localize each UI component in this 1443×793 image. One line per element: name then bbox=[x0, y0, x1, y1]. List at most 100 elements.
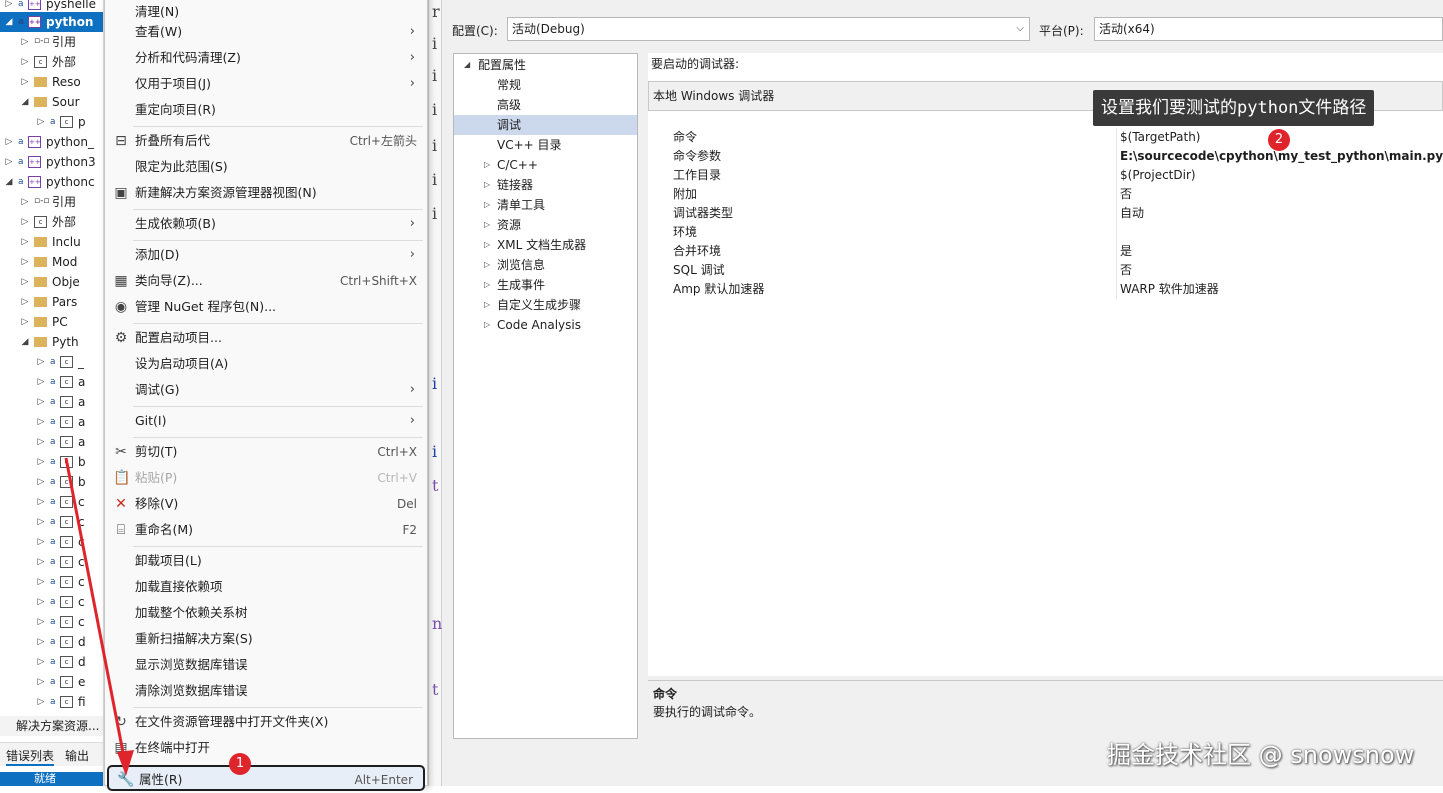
category-item[interactable]: ▷ 链接器 bbox=[454, 175, 637, 195]
tree-item[interactable]: ◢ Sour bbox=[0, 92, 103, 112]
tree-item[interactable]: ▷ Pars bbox=[0, 292, 103, 312]
category-item[interactable]: ◢ 配置属性 bbox=[454, 55, 637, 75]
menu-item[interactable]: 添加(D) › bbox=[105, 242, 427, 268]
menu-item[interactable]: 调试(G) › bbox=[105, 377, 427, 403]
expand-arrow-icon[interactable]: ▷ bbox=[4, 152, 14, 172]
tree-item[interactable]: ▷ Inclu bbox=[0, 232, 103, 252]
category-item[interactable]: VC++ 目录 bbox=[454, 135, 637, 155]
expand-arrow-icon[interactable]: ▷ bbox=[36, 452, 46, 472]
expand-arrow-icon[interactable]: ▷ bbox=[36, 492, 46, 512]
tree-item[interactable]: ▷ a c a bbox=[0, 412, 103, 432]
collapse-arrow-icon[interactable]: ◢ bbox=[20, 92, 30, 112]
tree-item[interactable]: ▷ a c a bbox=[0, 432, 103, 452]
menu-item[interactable]: 📋 粘贴(P) Ctrl+V bbox=[105, 465, 427, 491]
expand-arrow-icon[interactable]: ▷ bbox=[20, 192, 30, 212]
expand-arrow-icon[interactable]: ▷ bbox=[484, 255, 490, 275]
expand-arrow-icon[interactable]: ▷ bbox=[36, 592, 46, 612]
menu-item[interactable]: ◉ 管理 NuGet 程序包(N)... bbox=[105, 294, 427, 320]
property-row[interactable]: 命令 $(TargetPath) bbox=[648, 128, 1443, 147]
menu-item[interactable]: ▦ 类向导(Z)... Ctrl+Shift+X bbox=[105, 268, 427, 294]
properties-menu-item[interactable]: 🔧 属性(R) Alt+Enter bbox=[107, 765, 425, 791]
tree-item[interactable]: ▷ a c c bbox=[0, 552, 103, 572]
property-value[interactable]: 否 bbox=[1120, 185, 1132, 204]
category-item[interactable]: 调试 bbox=[454, 115, 637, 135]
expand-arrow-icon[interactable]: ▷ bbox=[36, 632, 46, 652]
expand-arrow-icon[interactable]: ▷ bbox=[36, 672, 46, 692]
tree-item[interactable]: ▷ Mod bbox=[0, 252, 103, 272]
expand-arrow-icon[interactable]: ▷ bbox=[20, 212, 30, 232]
tree-item[interactable]: ▷ a c d bbox=[0, 652, 103, 672]
menu-item[interactable]: 显示浏览数据库错误 bbox=[105, 652, 427, 678]
expand-arrow-icon[interactable]: ▷ bbox=[484, 315, 490, 335]
property-row[interactable]: 工作目录 $(ProjectDir) bbox=[648, 166, 1443, 185]
menu-item[interactable]: 清除浏览数据库错误 bbox=[105, 678, 427, 704]
tree-item[interactable]: ▷ a c b bbox=[0, 472, 103, 492]
menu-item[interactable]: 生成依赖项(B) › bbox=[105, 211, 427, 237]
expand-arrow-icon[interactable]: ▷ bbox=[20, 232, 30, 252]
expand-arrow-icon[interactable]: ▷ bbox=[36, 532, 46, 552]
tree-item[interactable]: ▷ a c _ bbox=[0, 352, 103, 372]
tree-item[interactable]: ▷ c 外部 bbox=[0, 52, 103, 72]
collapse-arrow-icon[interactable]: ◢ bbox=[20, 332, 30, 352]
expand-arrow-icon[interactable]: ▷ bbox=[36, 352, 46, 372]
collapse-arrow-icon[interactable]: ◢ bbox=[4, 12, 14, 32]
tree-item[interactable]: ▷ Reso bbox=[0, 72, 103, 92]
tree-item[interactable]: ▷ ▫-▫ 引用 bbox=[0, 32, 103, 52]
category-item[interactable]: ▷ 浏览信息 bbox=[454, 255, 637, 275]
config-select[interactable]: 活动(Debug) ⌵ bbox=[507, 17, 1030, 41]
menu-item[interactable]: 重定向项目(R) bbox=[105, 97, 427, 123]
category-item[interactable]: ▷ XML 文档生成器 bbox=[454, 235, 637, 255]
menu-item[interactable]: ⚙ 配置启动项目... bbox=[105, 325, 427, 351]
tree-item[interactable]: ▷ a c p bbox=[0, 112, 103, 132]
menu-item[interactable]: 卸载项目(L) bbox=[105, 548, 427, 574]
tree-item[interactable]: ▷ a c c bbox=[0, 612, 103, 632]
expand-arrow-icon[interactable]: ▷ bbox=[36, 512, 46, 532]
property-row[interactable]: 调试器类型 自动 bbox=[648, 204, 1443, 223]
expand-arrow-icon[interactable]: ▷ bbox=[36, 432, 46, 452]
menu-item[interactable]: Git(I) › bbox=[105, 408, 427, 434]
tree-item[interactable]: ◢ Pyth bbox=[0, 332, 103, 352]
category-item[interactable]: ▷ C/C++ bbox=[454, 155, 637, 175]
category-item[interactable]: 常规 bbox=[454, 75, 637, 95]
expand-arrow-icon[interactable]: ▷ bbox=[484, 235, 490, 255]
property-value[interactable]: $(TargetPath) bbox=[1120, 128, 1200, 147]
expand-arrow-icon[interactable]: ▷ bbox=[36, 552, 46, 572]
tree-item[interactable]: ▷ ▫-▫ 引用 bbox=[0, 192, 103, 212]
category-item[interactable]: 高级 bbox=[454, 95, 637, 115]
tree-item[interactable]: ▷ a ++ python_ bbox=[0, 132, 103, 152]
tree-item[interactable]: ▷ c 外部 bbox=[0, 212, 103, 232]
tree-item[interactable]: ◢ a ++ pythonc bbox=[0, 172, 103, 192]
category-item[interactable]: ▷ Code Analysis bbox=[454, 315, 637, 335]
expand-arrow-icon[interactable]: ▷ bbox=[36, 572, 46, 592]
expand-arrow-icon[interactable]: ▷ bbox=[36, 412, 46, 432]
menu-item[interactable]: 分析和代码清理(Z) › bbox=[105, 45, 427, 71]
menu-item[interactable]: 限定为此范围(S) bbox=[105, 154, 427, 180]
expand-arrow-icon[interactable]: ▷ bbox=[4, 132, 14, 152]
property-row[interactable]: Amp 默认加速器 WARP 软件加速器 bbox=[648, 280, 1443, 299]
property-value[interactable]: 是 bbox=[1120, 242, 1132, 261]
expand-arrow-icon[interactable]: ▷ bbox=[20, 312, 30, 332]
menu-item[interactable]: 加载直接依赖项 bbox=[105, 574, 427, 600]
menu-item[interactable]: 重新扫描解决方案(S) bbox=[105, 626, 427, 652]
expand-arrow-icon[interactable]: ▷ bbox=[36, 392, 46, 412]
expand-arrow-icon[interactable]: ▷ bbox=[20, 72, 30, 92]
expand-arrow-icon[interactable]: ▷ bbox=[484, 155, 490, 175]
expand-arrow-icon[interactable]: ▷ bbox=[20, 32, 30, 52]
tree-item[interactable]: ▷ a c c bbox=[0, 532, 103, 552]
expand-arrow-icon[interactable]: ▷ bbox=[20, 292, 30, 312]
menu-item[interactable]: ▤ 在终端中打开 bbox=[105, 735, 427, 761]
expand-arrow-icon[interactable]: ▷ bbox=[20, 52, 30, 72]
property-value[interactable]: 否 bbox=[1120, 261, 1132, 280]
menu-item[interactable]: ✕ 移除(V) Del bbox=[105, 491, 427, 517]
menu-item[interactable]: 仅用于项目(J) › bbox=[105, 71, 427, 97]
expand-arrow-icon[interactable]: ▷ bbox=[20, 252, 30, 272]
menu-item[interactable]: ▣ 新建解决方案资源管理器视图(N) bbox=[105, 180, 427, 206]
expand-arrow-icon[interactable]: ▷ bbox=[484, 215, 490, 235]
menu-item[interactable]: 查看(W) › bbox=[105, 19, 427, 45]
category-item[interactable]: ▷ 资源 bbox=[454, 215, 637, 235]
menu-item[interactable]: ↻ 在文件资源管理器中打开文件夹(X) bbox=[105, 709, 427, 735]
expand-arrow-icon[interactable]: ▷ bbox=[36, 692, 46, 712]
solution-explorer-tab[interactable]: 解决方案资源... bbox=[0, 716, 103, 736]
category-item[interactable]: ▷ 生成事件 bbox=[454, 275, 637, 295]
property-row[interactable]: 合并环境 是 bbox=[648, 242, 1443, 261]
